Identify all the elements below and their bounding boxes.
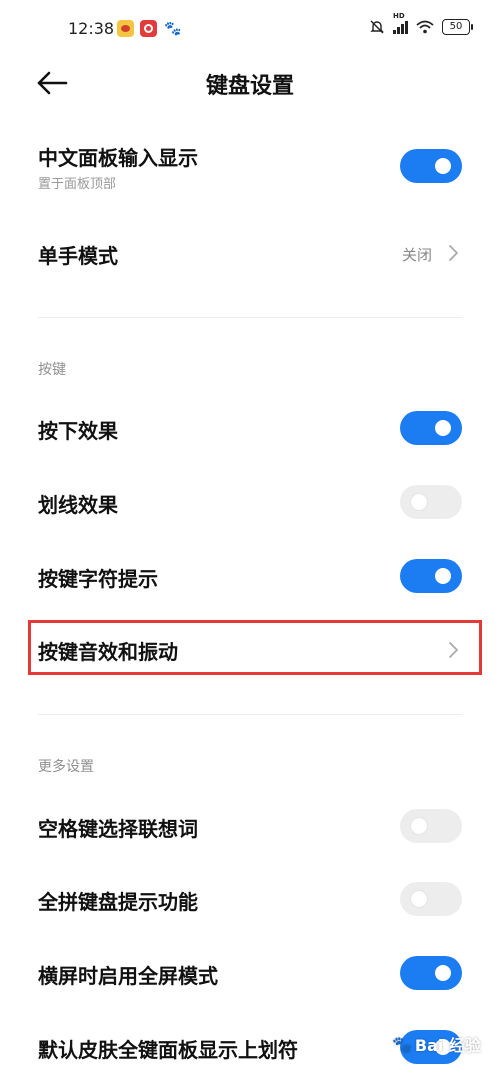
one-hand-value: 关闭 <box>401 246 432 264</box>
red-app-icon <box>140 20 157 37</box>
divider <box>38 714 462 715</box>
toggle-knob <box>435 158 451 174</box>
toggle-pinyin-hint[interactable] <box>400 882 462 916</box>
setting-chinese-panel-sub: 置于面板顶部 <box>38 177 117 192</box>
setting-space-select-label: 空格键选择联想词 <box>38 817 198 841</box>
toggle-knob <box>411 494 427 510</box>
divider <box>38 317 462 318</box>
signal-icon: HD <box>393 12 408 34</box>
toggle-swipe-effect[interactable] <box>400 485 462 519</box>
status-right-group: HD 50 <box>369 12 473 35</box>
setting-one-hand-label: 单手模式 <box>38 244 118 268</box>
setting-landscape-fullscreen-label: 横屏时启用全屏模式 <box>38 964 218 988</box>
chevron-right-icon <box>449 245 458 261</box>
page-title: 键盘设置 <box>205 74 294 99</box>
toggle-knob <box>411 818 427 834</box>
wifi-icon <box>416 20 434 34</box>
toggle-landscape-fullscreen[interactable] <box>400 956 462 990</box>
toggle-knob <box>435 965 451 981</box>
setting-swipe-symbol-label: 默认皮肤全键面板显示上划符 <box>38 1038 298 1062</box>
hd-label: HD <box>393 12 405 20</box>
paw-logo-icon: 🐾 <box>392 1034 412 1054</box>
section-title-keys: 按键 <box>38 362 66 378</box>
toggle-key-hint[interactable] <box>400 559 462 593</box>
battery-indicator: 50 <box>442 19 473 35</box>
toggle-chinese-panel[interactable] <box>400 149 462 183</box>
setting-chinese-panel-label: 中文面板输入显示 <box>38 146 198 170</box>
mute-bell-icon <box>370 20 384 34</box>
setting-pinyin-hint-label: 全拼键盘提示功能 <box>38 890 198 914</box>
setting-press-effect-label: 按下效果 <box>38 419 118 443</box>
toggle-press-effect[interactable] <box>400 411 462 445</box>
setting-swipe-effect-label: 划线效果 <box>38 493 118 517</box>
weibo-app-icon <box>117 20 134 37</box>
highlight-annotation-box <box>28 620 482 675</box>
baidu-watermark: 🐾 Bai 经验 <box>392 1032 481 1056</box>
toggle-knob <box>435 568 451 584</box>
status-time: 12:38 <box>68 19 115 38</box>
toggle-space-select[interactable] <box>400 809 462 843</box>
section-title-more: 更多设置 <box>38 759 94 775</box>
setting-key-hint-label: 按键字符提示 <box>38 567 158 591</box>
watermark-text: Bai 经验 <box>414 1036 481 1055</box>
toggle-knob <box>411 891 427 907</box>
toggle-knob <box>435 420 451 436</box>
paw-notification-icon: 🐾 <box>164 21 182 37</box>
